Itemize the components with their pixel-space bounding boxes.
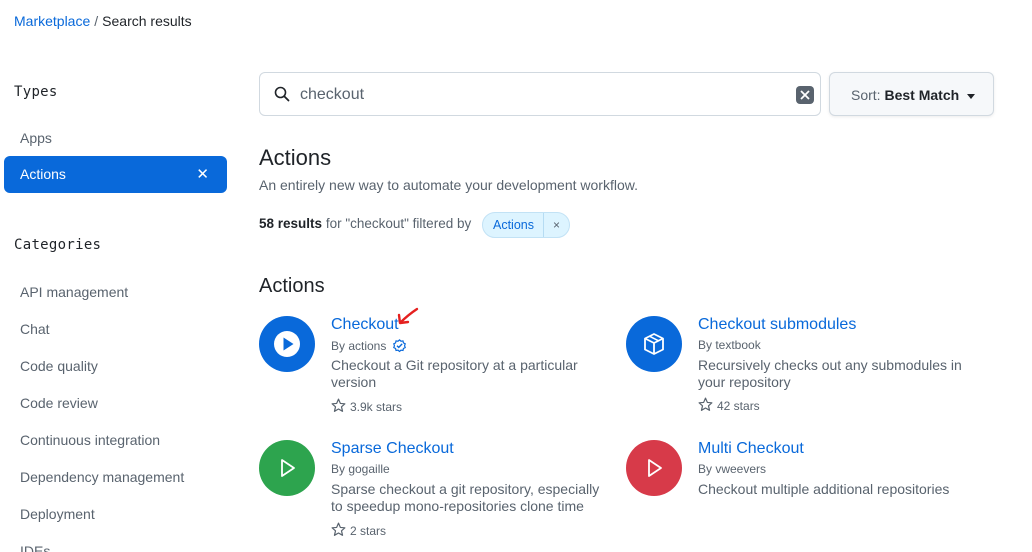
search-query-text[interactable]: checkout <box>300 86 364 104</box>
stars-count: 42 stars <box>717 399 760 413</box>
sidebar-item-label: Apps <box>20 130 52 146</box>
play-icon <box>259 440 315 496</box>
sidebar-item-label: Dependency management <box>20 469 185 485</box>
results-count: 58 results <box>259 216 323 231</box>
star-icon <box>331 522 350 540</box>
action-name[interactable]: Checkout <box>331 316 399 334</box>
sidebar-item-actions[interactable]: Actions ✕ <box>4 156 227 193</box>
categories-heading: Categories <box>14 237 102 253</box>
breadcrumb-current: Search results <box>102 13 192 29</box>
sidebar-item-label: API management <box>20 284 129 300</box>
page-title: Actions <box>259 145 332 170</box>
remove-filter-icon[interactable]: × <box>544 213 569 237</box>
stars-count: 3.9k stars <box>350 400 403 414</box>
star-icon <box>698 397 717 415</box>
play-icon <box>259 316 315 372</box>
action-name[interactable]: Checkout submodules <box>698 316 856 334</box>
search-icon <box>274 86 290 105</box>
play-icon <box>626 440 682 496</box>
action-card-checkout-submodules[interactable]: Checkout submodules By textbook Recursiv… <box>626 316 966 416</box>
action-author: By actions <box>331 338 407 356</box>
package-icon <box>626 316 682 372</box>
sidebar-item-label: Deployment <box>20 506 95 522</box>
list-title: Actions <box>259 275 325 297</box>
breadcrumb-separator: / <box>94 13 99 29</box>
action-description: Sparse checkout a git repository, especi… <box>331 481 600 514</box>
star-icon <box>331 398 350 416</box>
action-author: By textbook <box>698 338 761 352</box>
action-card-checkout[interactable]: Checkout By actions Checkout a Git repos… <box>259 307 599 416</box>
sidebar-item-ides[interactable]: IDEs <box>4 533 227 552</box>
sidebar-item-label: Code review <box>20 395 98 411</box>
sidebar-item-code-quality[interactable]: Code quality <box>4 348 227 385</box>
sidebar-item-label: Code quality <box>20 358 98 374</box>
verified-icon <box>392 338 407 356</box>
results-summary: 58 results for "checkout" filtered by <box>259 216 471 231</box>
action-stars: 42 stars <box>698 397 760 415</box>
action-description: Checkout a Git repository at a particula… <box>331 357 578 390</box>
sidebar-item-label: IDEs <box>20 543 51 552</box>
types-heading: Types <box>14 84 58 100</box>
sidebar-item-deployment[interactable]: Deployment <box>4 496 227 533</box>
sidebar-item-continuous-integration[interactable]: Continuous integration <box>4 422 227 459</box>
clear-search-icon[interactable] <box>796 86 814 104</box>
sidebar-item-label: Continuous integration <box>20 432 161 448</box>
action-stars: 3.9k stars <box>331 398 402 416</box>
results-text: for "checkout" filtered by <box>325 216 472 231</box>
action-name[interactable]: Multi Checkout <box>698 440 804 458</box>
action-stars: 2 stars <box>331 522 386 540</box>
sidebar-item-code-review[interactable]: Code review <box>4 385 227 422</box>
stars-count: 2 stars <box>350 524 387 538</box>
sort-value: Best Match <box>884 87 960 103</box>
sort-dropdown-button[interactable]: Sort: Best Match <box>829 72 994 116</box>
red-arrow-annotation <box>397 307 419 325</box>
action-author: By vweevers <box>698 462 767 476</box>
breadcrumb-marketplace-link[interactable]: Marketplace <box>14 13 90 29</box>
action-name[interactable]: Sparse Checkout <box>331 440 454 458</box>
sidebar-item-chat[interactable]: Chat <box>4 311 227 348</box>
breadcrumb: Marketplace / Search results <box>14 13 192 29</box>
action-card-multi-checkout[interactable]: Multi Checkout By vweevers Checkout mult… <box>626 440 966 540</box>
sidebar-item-dependency-management[interactable]: Dependency management <box>4 459 227 496</box>
filter-chip-actions: Actions × <box>482 212 571 238</box>
close-icon[interactable]: ✕ <box>196 156 209 193</box>
page-subtitle: An entirely new way to automate your dev… <box>259 177 638 193</box>
sidebar-item-label: Actions <box>20 166 66 182</box>
search-input[interactable]: checkout <box>259 72 821 116</box>
author-text: By actions <box>331 339 387 353</box>
sidebar-item-apps[interactable]: Apps <box>4 120 227 157</box>
caret-down-icon <box>967 93 976 99</box>
action-description: Recursively checks out any submodules in… <box>698 357 962 390</box>
filter-chip-label[interactable]: Actions <box>483 213 544 237</box>
sidebar-item-label: Chat <box>20 321 50 337</box>
sidebar-item-api-management[interactable]: API management <box>4 274 227 311</box>
action-author: By gogaille <box>331 462 390 476</box>
sort-prefix: Sort: <box>851 87 881 103</box>
action-card-sparse-checkout[interactable]: Sparse Checkout By gogaille Sparse check… <box>259 440 599 540</box>
action-description: Checkout multiple additional repositorie… <box>698 481 950 497</box>
